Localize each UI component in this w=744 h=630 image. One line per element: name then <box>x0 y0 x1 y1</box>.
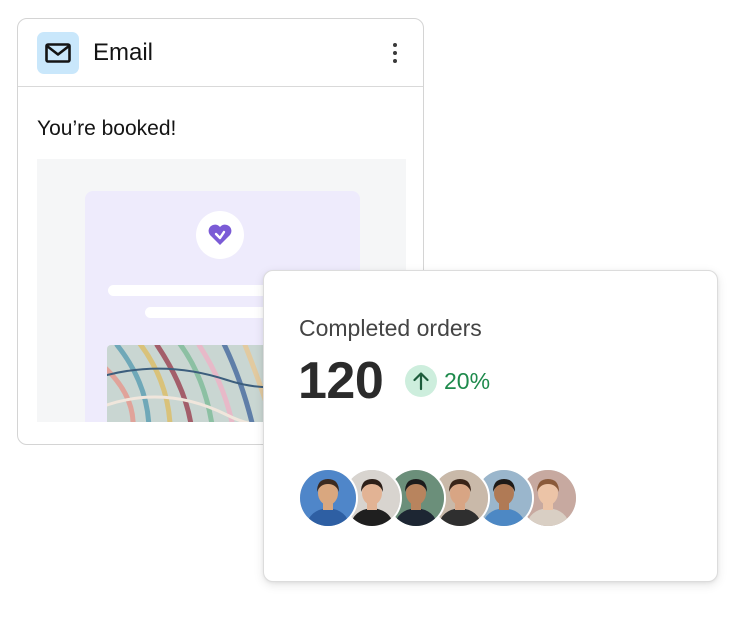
completed-orders-card: Completed orders 120 20% <box>263 270 718 582</box>
email-subject: You’re booked! <box>37 117 177 140</box>
orders-label: Completed orders <box>299 315 482 341</box>
growth-indicator: 20% <box>405 365 490 397</box>
email-card-title: Email <box>93 38 154 66</box>
avatar[interactable] <box>298 468 358 528</box>
arrow-up-icon <box>405 365 437 397</box>
email-card-header: Email <box>18 19 423 87</box>
mail-icon <box>37 31 79 74</box>
brand-logo-icon <box>196 211 244 259</box>
growth-percent: 20% <box>444 367 491 394</box>
avatar-group <box>298 468 578 528</box>
orders-value: 120 <box>298 352 384 410</box>
more-vertical-icon[interactable] <box>385 38 405 68</box>
